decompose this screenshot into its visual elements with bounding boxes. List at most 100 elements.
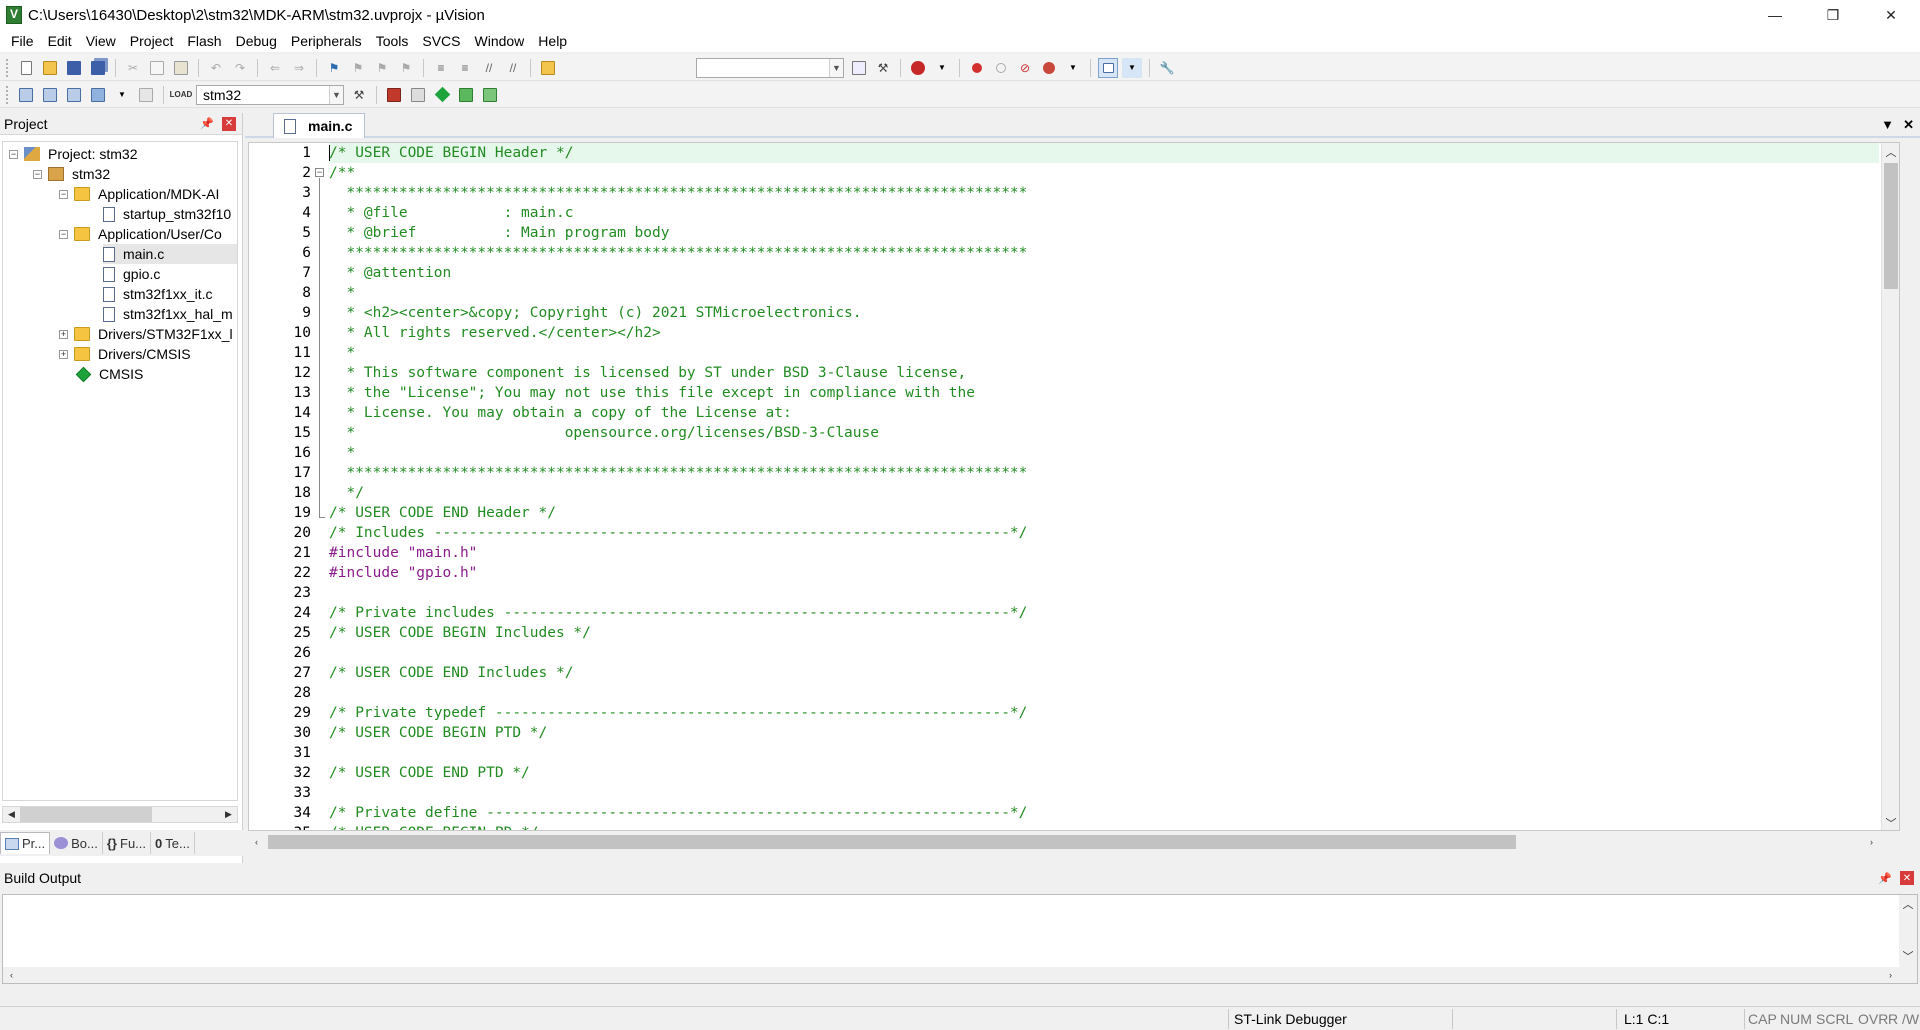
code-line[interactable]: /* USER CODE BEGIN Header */ — [329, 143, 1879, 163]
code-line[interactable]: * @attention — [329, 263, 1879, 283]
collapse-icon[interactable]: − — [59, 229, 68, 239]
menu-peripherals[interactable]: Peripherals — [284, 33, 369, 49]
menu-edit[interactable]: Edit — [41, 33, 79, 49]
build-vertical-scrollbar[interactable]: ︿ ﹀ — [1899, 895, 1917, 983]
editor-vertical-scrollbar[interactable]: ︿ ﹀ — [1881, 143, 1899, 830]
collapse-icon[interactable]: − — [9, 149, 18, 159]
pack-installer-icon[interactable] — [432, 85, 452, 105]
unindent-icon[interactable]: ≡ — [455, 58, 475, 78]
restore-button[interactable]: ❐ — [1804, 0, 1862, 30]
prev-bookmark-icon[interactable]: ⚑ — [348, 58, 368, 78]
tree-item-group[interactable]: + Drivers/CMSIS — [59, 344, 191, 364]
scroll-left-icon[interactable]: ‹ — [3, 967, 20, 982]
code-line[interactable]: /* USER CODE BEGIN PD */ — [329, 823, 1879, 830]
build-icon[interactable] — [40, 85, 60, 105]
code-line[interactable]: /* Includes ----------------------------… — [329, 523, 1879, 543]
copy-icon[interactable] — [147, 58, 167, 78]
collapse-icon[interactable]: − — [33, 169, 42, 179]
code-line[interactable]: /* USER CODE BEGIN Includes */ — [329, 623, 1879, 643]
window-layout-dropdown-icon[interactable]: ▼ — [1122, 57, 1142, 78]
find-in-files-icon[interactable] — [538, 58, 558, 78]
tab-templates[interactable]: 0 Te... — [151, 832, 195, 854]
code-line[interactable]: /* USER CODE BEGIN PTD */ — [329, 723, 1879, 743]
code-editor[interactable]: 1 2 3 4 5 6 7 8 9 10 11 12 13 14 15 16 17 18 19 20 21 22 23 24 2… — [248, 142, 1900, 831]
open-folder-icon[interactable] — [40, 58, 60, 78]
tree-item-file[interactable]: main.c — [103, 244, 237, 264]
expand-icon[interactable]: + — [59, 349, 68, 359]
tab-functions[interactable]: {} Fu... — [103, 832, 152, 854]
code-line[interactable]: /* Private includes --------------------… — [329, 603, 1879, 623]
chevron-down-icon[interactable]: ▼ — [829, 58, 843, 77]
code-line[interactable]: * the "License"; You may not use this fi… — [329, 383, 1879, 403]
toolbar-grip[interactable] — [6, 85, 10, 104]
tab-list-dropdown-icon[interactable]: ▼ — [1881, 117, 1894, 132]
build-output-text[interactable]: ︿ ﹀ ‹ › — [2, 894, 1918, 984]
tab-project[interactable]: Pr... — [0, 832, 51, 854]
tree-item-group[interactable]: + Drivers/STM32F1xx_l — [59, 324, 233, 344]
breakpoint-insert-icon[interactable] — [967, 58, 987, 78]
configuration-wrench-icon[interactable]: 🔧 — [1157, 58, 1177, 78]
select-packs-icon[interactable] — [456, 85, 476, 105]
scrollbar-thumb[interactable] — [1884, 163, 1898, 289]
code-line[interactable]: ****************************************… — [329, 243, 1879, 263]
tree-item-file[interactable]: gpio.c — [103, 264, 160, 284]
menu-flash[interactable]: Flash — [180, 33, 228, 49]
scroll-right-icon[interactable]: › — [1882, 967, 1899, 982]
chevron-down-icon[interactable]: ▼ — [329, 85, 343, 104]
nav-forward-icon[interactable]: ⇒ — [289, 58, 309, 78]
file-extensions-icon[interactable] — [408, 85, 428, 105]
code-line[interactable]: ****************************************… — [329, 463, 1879, 483]
code-line[interactable]: ****************************************… — [329, 183, 1879, 203]
menu-debug[interactable]: Debug — [229, 33, 284, 49]
translate-icon[interactable] — [16, 85, 36, 105]
tree-item-component[interactable]: CMSIS — [75, 364, 143, 384]
tree-item-file[interactable]: startup_stm32f10 — [103, 204, 231, 224]
close-icon[interactable]: ✕ — [222, 116, 236, 131]
debug-session-icon[interactable] — [908, 58, 928, 78]
code-line[interactable]: * — [329, 443, 1879, 463]
indent-icon[interactable]: ≡ — [431, 58, 451, 78]
code-line[interactable] — [329, 683, 1879, 703]
next-bookmark-icon[interactable]: ⚑ — [372, 58, 392, 78]
scrollbar-thumb[interactable] — [20, 807, 152, 822]
breakpoint-disable-icon[interactable] — [991, 58, 1011, 78]
breakpoint-dropdown-icon[interactable]: ▼ — [1063, 58, 1083, 78]
save-icon[interactable] — [64, 58, 84, 78]
run-time-environment-icon[interactable] — [480, 85, 500, 105]
bookmark-icon[interactable]: ⚑ — [324, 58, 344, 78]
code-line[interactable]: #include "gpio.h" — [329, 563, 1879, 583]
menu-tools[interactable]: Tools — [369, 33, 416, 49]
code-line[interactable]: /** — [329, 163, 1879, 183]
tree-item-file[interactable]: stm32f1xx_hal_m — [103, 304, 233, 324]
tree-item-target[interactable]: − stm32 — [33, 164, 110, 184]
code-line[interactable] — [329, 783, 1879, 803]
redo-icon[interactable]: ↷ — [230, 58, 250, 78]
window-layout-icon[interactable] — [1098, 57, 1118, 78]
scroll-right-icon[interactable]: › — [1863, 834, 1880, 849]
breakpoint-toggle-icon[interactable] — [1039, 58, 1059, 78]
project-horizontal-scrollbar[interactable]: ◀ ▶ — [2, 806, 238, 823]
code-line[interactable]: * opensource.org/licenses/BSD-3-Clause — [329, 423, 1879, 443]
expand-icon[interactable]: + — [59, 329, 68, 339]
debug-dropdown-icon[interactable]: ▼ — [932, 58, 952, 78]
menu-help[interactable]: Help — [531, 33, 574, 49]
code-line[interactable] — [329, 583, 1879, 603]
menu-project[interactable]: Project — [123, 33, 181, 49]
close-tab-icon[interactable]: ✕ — [1903, 117, 1914, 133]
code-line[interactable]: /* USER CODE END PTD */ — [329, 763, 1879, 783]
editor-horizontal-scrollbar[interactable]: ‹ › — [248, 833, 1900, 851]
code-line[interactable]: /* Private define ----------------------… — [329, 803, 1879, 823]
find-icon[interactable] — [849, 58, 869, 78]
target-select[interactable]: stm32 ▼ — [196, 84, 344, 105]
code-line[interactable]: * — [329, 343, 1879, 363]
toolbar-grip[interactable] — [6, 58, 10, 77]
scroll-down-icon[interactable]: ﹀ — [1899, 947, 1917, 965]
code-line[interactable]: * <h2><center>&copy; Copyright (c) 2021 … — [329, 303, 1879, 323]
breakpoint-kill-all-icon[interactable]: ⊘ — [1015, 58, 1035, 78]
code-line[interactable]: * This software component is licensed by… — [329, 363, 1879, 383]
scroll-right-icon[interactable]: ▶ — [220, 807, 237, 822]
batch-build-dropdown-icon[interactable]: ▼ — [112, 85, 132, 105]
tree-item-group[interactable]: − Application/User/Co — [59, 224, 222, 244]
tab-books[interactable]: Bo... — [50, 832, 103, 854]
menu-file[interactable]: File — [4, 33, 41, 49]
